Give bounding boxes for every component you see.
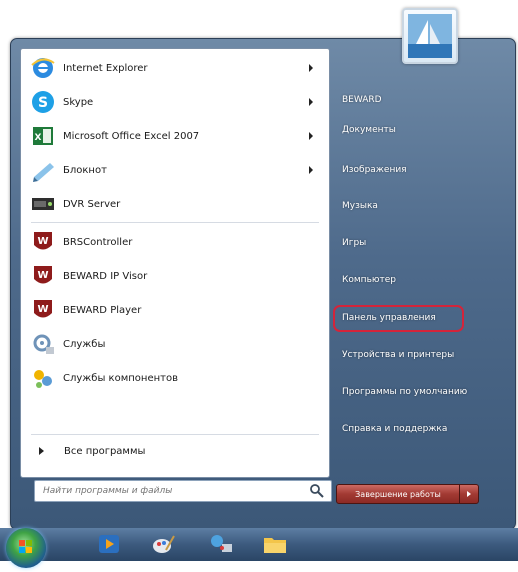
media-player-icon[interactable]: [96, 532, 122, 556]
divider: [31, 222, 319, 223]
right-item-label: Устройства и принтеры: [342, 350, 455, 360]
program-label: Службы: [63, 338, 106, 350]
beward-icon: W: [29, 296, 57, 324]
program-item-internet-explorer[interactable]: Internet Explorer: [27, 51, 321, 85]
sailboat-icon: [408, 14, 452, 58]
svg-text:S: S: [38, 95, 48, 111]
search-icon[interactable]: [309, 483, 325, 499]
program-label: BEWARD Player: [63, 304, 142, 316]
user-picture[interactable]: [402, 8, 458, 64]
shutdown-label: Завершение работы: [355, 489, 441, 499]
right-item-documents[interactable]: Документы: [336, 116, 506, 144]
search-box[interactable]: [34, 480, 332, 502]
right-item-label: Справка и поддержка: [342, 424, 448, 434]
program-label: BRSController: [63, 236, 133, 248]
folder-icon[interactable]: [262, 532, 288, 556]
program-item-brscontroller[interactable]: W BRSController: [27, 225, 321, 259]
right-item-label: Музыка: [342, 201, 378, 211]
right-item-devices-printers[interactable]: Устройства и принтеры: [336, 341, 506, 369]
right-item-default-programs[interactable]: Программы по умолчанию: [336, 378, 506, 406]
right-item-user[interactable]: BEWARD: [336, 86, 506, 114]
right-item-label: Программы по умолчанию: [342, 387, 468, 397]
right-item-help-support[interactable]: Справка и поддержка: [336, 415, 506, 443]
all-programs-button[interactable]: Все программы: [27, 440, 321, 462]
svg-text:W: W: [37, 236, 48, 247]
program-label: Службы компонентов: [63, 372, 178, 384]
right-item-music[interactable]: Музыка: [336, 192, 506, 220]
submenu-arrow-icon[interactable]: [309, 98, 313, 106]
programs-pane: Internet Explorer S Skype X Microsoft Of…: [20, 48, 330, 478]
right-item-label: Игры: [342, 238, 367, 248]
control-panel-highlight: [333, 305, 464, 332]
program-item-excel[interactable]: X Microsoft Office Excel 2007: [27, 119, 321, 153]
search-input[interactable]: [41, 482, 309, 500]
component-services-icon: [29, 364, 57, 392]
right-item-computer[interactable]: Компьютер: [336, 266, 506, 294]
submenu-arrow-icon[interactable]: [309, 166, 313, 174]
program-label: Internet Explorer: [63, 62, 148, 74]
program-label: Блокнот: [63, 164, 107, 176]
program-label: BEWARD IP Visor: [63, 270, 148, 282]
program-item-beward-ip-visor[interactable]: W BEWARD IP Visor: [27, 259, 321, 293]
program-label: DVR Server: [63, 198, 121, 210]
network-icon[interactable]: [208, 532, 234, 556]
services-icon: [29, 330, 57, 358]
program-item-beward-player[interactable]: W BEWARD Player: [27, 293, 321, 327]
skype-icon: S: [29, 88, 57, 116]
svg-text:W: W: [37, 304, 48, 315]
svg-text:W: W: [37, 270, 48, 281]
right-item-label: Изображения: [342, 165, 407, 175]
expand-arrow-icon: [39, 447, 44, 455]
right-item-pictures[interactable]: Изображения: [336, 156, 506, 184]
program-item-dvr-server[interactable]: DVR Server: [27, 187, 321, 221]
shutdown-options-button[interactable]: [459, 484, 479, 504]
right-item-label: Документы: [342, 125, 396, 135]
program-item-notepad[interactable]: Блокнот: [27, 153, 321, 187]
windows-logo-icon: [19, 540, 32, 553]
program-item-services[interactable]: Службы: [27, 327, 321, 361]
excel-icon: X: [29, 122, 57, 150]
shutdown-button[interactable]: Завершение работы: [336, 484, 460, 504]
chevron-right-icon: [467, 491, 471, 497]
right-item-label: BEWARD: [342, 95, 382, 105]
svg-text:X: X: [35, 133, 42, 143]
beward-icon: W: [29, 228, 57, 256]
notepad-icon: [29, 156, 57, 184]
dvr-server-icon: [29, 190, 57, 218]
submenu-arrow-icon[interactable]: [309, 132, 313, 140]
start-button[interactable]: [6, 528, 46, 568]
divider: [31, 434, 319, 435]
paint-icon[interactable]: [150, 532, 176, 556]
internet-explorer-icon: [29, 54, 57, 82]
beward-icon: W: [29, 262, 57, 290]
right-item-label: Компьютер: [342, 275, 396, 285]
all-programs-label: Все программы: [64, 445, 146, 457]
program-item-component-services[interactable]: Службы компонентов: [27, 361, 321, 395]
taskbar: [0, 528, 518, 561]
program-label: Microsoft Office Excel 2007: [63, 130, 200, 142]
program-label: Skype: [63, 96, 94, 108]
submenu-arrow-icon[interactable]: [309, 64, 313, 72]
program-item-skype[interactable]: S Skype: [27, 85, 321, 119]
right-item-games[interactable]: Игры: [336, 229, 506, 257]
